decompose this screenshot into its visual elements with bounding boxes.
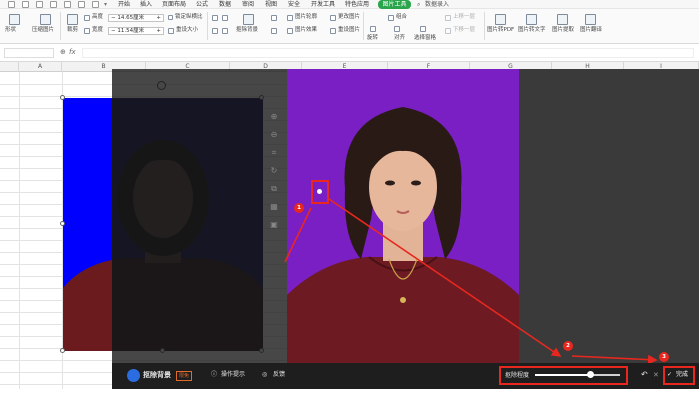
free-badge: 限免: [176, 371, 193, 381]
check-icon[interactable]: ✓: [667, 371, 672, 379]
slider-fill: [535, 374, 591, 376]
annotation-arrows: [284, 198, 658, 365]
arrow-to-point: [284, 207, 312, 263]
feedback-icon[interactable]: ◎: [262, 371, 267, 379]
annotation-badge-2: 2: [563, 341, 573, 351]
done-button[interactable]: 完成: [676, 371, 688, 379]
removal-degree-label: 抠除程度: [505, 372, 530, 379]
editor-title: 抠除背景: [143, 371, 171, 379]
info-icon[interactable]: ⓘ: [211, 371, 217, 379]
arrow-to-done: [571, 354, 658, 365]
remove-background-logo-icon: [127, 369, 140, 382]
close-icon[interactable]: ✕: [653, 371, 659, 379]
sheet-bottom: [0, 389, 699, 395]
undo-icon[interactable]: ↶: [641, 371, 648, 379]
arrow-to-slider: [328, 198, 562, 357]
operation-hint-button[interactable]: 操作提示: [221, 371, 245, 379]
feedback-button[interactable]: 反馈: [273, 371, 285, 379]
annotation-badge-3: 3: [659, 352, 669, 362]
